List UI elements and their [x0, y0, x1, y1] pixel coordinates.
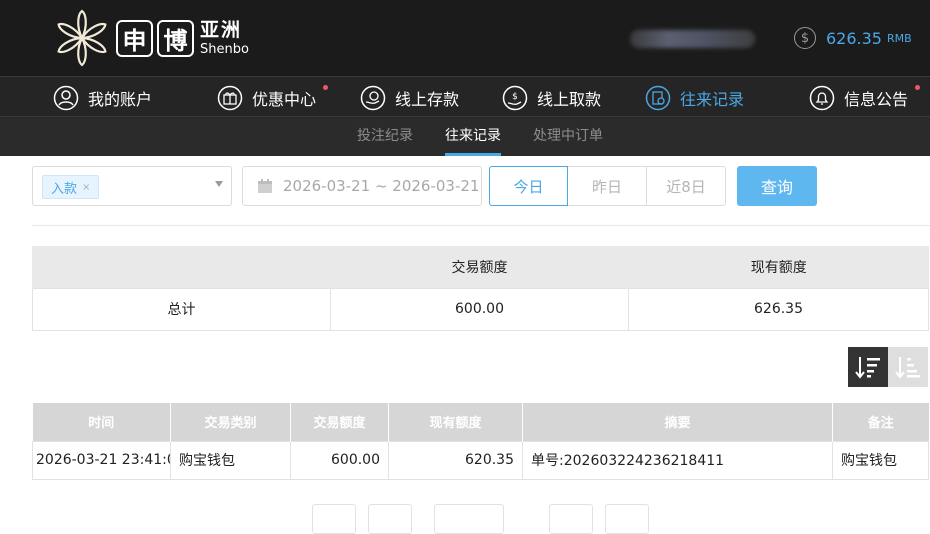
gift-icon [217, 85, 243, 110]
subnav-pending-orders[interactable]: 处理中订单 [533, 117, 603, 156]
account-balance: $ 626.35 RMB [794, 27, 912, 49]
nav-label: 信息公告 [844, 89, 909, 109]
col-type-header[interactable]: 交易类别 [170, 403, 291, 441]
balance-amount: 626.35 [826, 28, 882, 48]
summary-table: 交易额度 现有额度 总计 600.00 626.35 [32, 246, 929, 331]
col-summary-header[interactable]: 摘要 [522, 403, 833, 441]
logo-cn: 亚洲 [200, 18, 243, 41]
nav-label: 我的账户 [88, 89, 153, 109]
col-time-header[interactable]: 时间 [32, 403, 171, 441]
quick-date-buttons: 今日 昨日 近8日 [489, 166, 726, 206]
sort-asc-button[interactable] [888, 347, 928, 387]
logo-char-2: 博 [157, 19, 194, 57]
announcement-badge-dot [915, 85, 920, 90]
cell-balance: 620.35 [388, 440, 523, 480]
nav-item-deposit[interactable]: 线上存款 [360, 77, 459, 118]
records-icon [645, 85, 671, 110]
last-8-days-button[interactable]: 近8日 [647, 166, 726, 206]
table-row: 2026-03-21 23:41:00 购宝钱包 600.00 620.35 单… [32, 440, 929, 480]
nav-label: 优惠中心 [252, 89, 317, 109]
logo-char-1: 申 [116, 19, 153, 57]
main-nav: 我的账户 优惠中心 线上存款 $ 线上取款 往来记录 信息公告 [0, 76, 930, 117]
records-table: 时间 交易类别 交易额度 现有额度 摘要 备注 2026-03-21 23:41… [32, 403, 929, 480]
nav-item-withdraw[interactable]: $ 线上取款 [502, 77, 601, 118]
tag-label: 入款 [51, 181, 78, 197]
date-range-text: 2026-03-21 ~ 2026-03-21 [283, 177, 480, 195]
promo-badge-dot [323, 85, 328, 90]
pager-last-button[interactable] [605, 504, 649, 534]
deposit-icon [360, 85, 386, 110]
top-header: 申 博 亚洲 Shenbo $ 626.35 RMB [0, 0, 930, 76]
logo-text: 亚洲 Shenbo [200, 18, 249, 57]
pager-first-button[interactable] [312, 504, 356, 534]
yesterday-button[interactable]: 昨日 [568, 166, 647, 206]
pager-prev-button[interactable] [368, 504, 412, 534]
logo-en: Shenbo [200, 41, 249, 57]
tag-remove-icon[interactable]: × [82, 182, 90, 193]
sort-desc-button[interactable] [848, 347, 888, 387]
cell-time: 2026-03-21 23:41:00 [32, 440, 171, 480]
nav-item-announcements[interactable]: 信息公告 [809, 77, 920, 118]
selected-type-tag[interactable]: 入款 × [42, 175, 100, 199]
sort-descending-icon [855, 357, 880, 379]
bell-icon [809, 85, 835, 110]
summary-cell: 总计 [32, 287, 331, 331]
nav-item-records[interactable]: 往来记录 [645, 77, 744, 118]
col-balance-header[interactable]: 现有额度 [388, 403, 523, 441]
cell-amount: 600.00 [290, 440, 389, 480]
sort-toggle [848, 347, 928, 387]
cell-remark: 购宝钱包 [832, 440, 929, 480]
cell-type: 购宝钱包 [170, 440, 291, 480]
summary-header-cell: 现有额度 [628, 246, 929, 288]
summary-header-cell [32, 246, 331, 288]
summary-cell: 626.35 [628, 287, 929, 331]
summary-header-row: 交易额度 现有额度 [32, 246, 929, 288]
sort-ascending-icon [895, 357, 920, 379]
dollar-coin-icon: $ [794, 27, 816, 49]
col-amount-header[interactable]: 交易额度 [290, 403, 389, 441]
sub-nav: 投注纪录 往来记录 处理中订单 [0, 117, 930, 156]
today-button[interactable]: 今日 [489, 166, 568, 206]
chevron-down-icon [215, 181, 223, 187]
pager-next-button[interactable] [549, 504, 593, 534]
subnav-bet-records[interactable]: 投注纪录 [357, 117, 413, 156]
col-remark-header[interactable]: 备注 [832, 403, 929, 441]
nav-item-promotions[interactable]: 优惠中心 [217, 77, 328, 118]
summary-header-cell: 交易额度 [330, 246, 629, 288]
summary-row: 总计 600.00 626.35 [32, 287, 929, 331]
withdraw-icon: $ [502, 85, 528, 110]
svg-text:$: $ [512, 92, 518, 102]
user-icon [53, 85, 79, 110]
cell-summary: 单号:202603224236218411 [522, 440, 833, 480]
flower-logo-icon [57, 9, 107, 67]
summary-cell: 600.00 [330, 287, 629, 331]
query-button[interactable]: 查询 [737, 166, 817, 206]
nav-item-my-account[interactable]: 我的账户 [53, 77, 152, 118]
section-divider [32, 225, 930, 226]
calendar-icon [258, 179, 272, 193]
subnav-transactions[interactable]: 往来记录 [445, 117, 501, 156]
date-range-picker[interactable]: 2026-03-21 ~ 2026-03-21 [242, 166, 482, 206]
transaction-type-select[interactable]: 入款 × [32, 166, 232, 206]
nav-label: 往来记录 [680, 89, 745, 109]
pager-page-input[interactable] [434, 504, 504, 534]
nav-label: 线上取款 [537, 89, 602, 109]
balance-currency: RMB [886, 31, 912, 45]
records-header-row: 时间 交易类别 交易额度 现有额度 摘要 备注 [32, 403, 929, 441]
nav-label: 线上存款 [395, 89, 460, 109]
username-blurred[interactable] [630, 30, 755, 48]
brand-logo[interactable]: 申 博 亚洲 Shenbo [52, 8, 249, 68]
